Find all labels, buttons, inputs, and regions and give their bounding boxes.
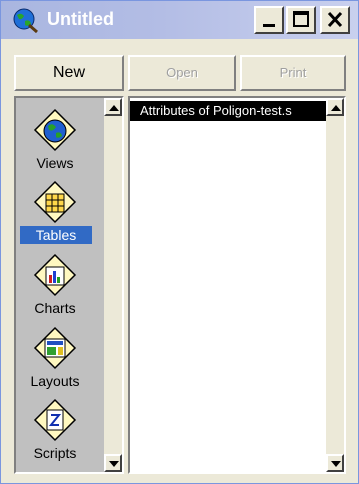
project-window: Untitled New Open Print Views Tables Cha… xyxy=(0,0,359,484)
doc-type-label: Layouts xyxy=(30,373,80,389)
document-list-area: Attributes of Poligon-test.s xyxy=(130,98,326,472)
scroll-down-icon xyxy=(331,461,341,467)
open-button[interactable]: Open xyxy=(128,55,236,91)
document-type-column: Views Tables Charts Layouts Scripts xyxy=(16,98,109,472)
title-bar[interactable]: Untitled xyxy=(1,1,358,39)
chart-icon xyxy=(33,253,77,297)
maximize-button[interactable] xyxy=(286,6,316,34)
scroll-up-icon xyxy=(109,105,119,111)
minimize-icon xyxy=(263,24,275,27)
doc-type-label: Charts xyxy=(34,300,76,316)
scroll-up-button[interactable] xyxy=(326,98,344,116)
script-icon xyxy=(33,398,77,442)
doc-type-scripts[interactable]: Scripts xyxy=(16,398,94,464)
doc-type-label: Scripts xyxy=(33,445,77,461)
maximize-icon xyxy=(293,11,309,27)
table-icon xyxy=(33,180,77,224)
doc-type-tables[interactable]: Tables xyxy=(16,180,94,246)
document-list-scrollbar[interactable] xyxy=(326,98,344,472)
app-globe-icon xyxy=(13,8,38,33)
document-list[interactable]: Attributes of Poligon-test.s xyxy=(128,96,346,474)
list-item[interactable]: Attributes of Poligon-test.s xyxy=(130,101,326,121)
doc-type-views[interactable]: Views xyxy=(16,108,94,174)
globe-icon xyxy=(33,108,77,152)
window-title: Untitled xyxy=(47,9,114,29)
doc-type-charts[interactable]: Charts xyxy=(16,253,94,319)
scroll-down-button[interactable] xyxy=(104,454,122,472)
minimize-button[interactable] xyxy=(254,6,284,34)
doc-type-scrollbar[interactable] xyxy=(104,98,122,472)
scroll-up-icon xyxy=(331,105,341,111)
doc-type-layouts[interactable]: Layouts xyxy=(16,326,94,392)
scroll-down-button[interactable] xyxy=(326,454,344,472)
close-icon xyxy=(327,11,343,28)
doc-type-label: Tables xyxy=(20,226,92,244)
layout-icon xyxy=(33,326,77,370)
close-button[interactable] xyxy=(320,6,350,34)
scroll-down-icon xyxy=(109,461,119,467)
scroll-up-button[interactable] xyxy=(104,98,122,116)
document-type-list[interactable]: Views Tables Charts Layouts Scripts xyxy=(14,96,124,474)
doc-type-label: Views xyxy=(36,155,74,171)
print-button[interactable]: Print xyxy=(240,55,346,91)
new-button[interactable]: New xyxy=(14,55,124,91)
